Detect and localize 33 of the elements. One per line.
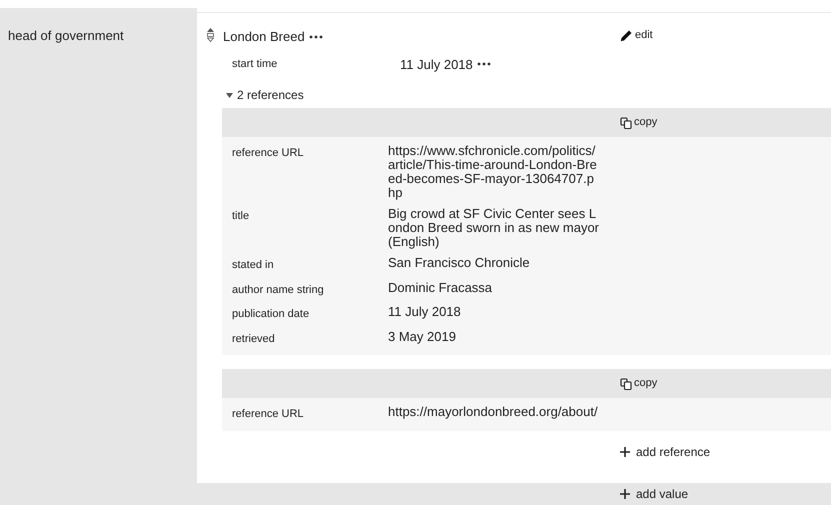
reference-value[interactable]: Big crowd at SF Civic Center sees London Breed sworn in as new mayor (English) bbox=[388, 207, 600, 249]
reference-property[interactable]: publication date bbox=[222, 305, 388, 322]
reference-property[interactable]: title bbox=[222, 207, 388, 224]
copy-icon bbox=[620, 378, 632, 390]
plus-icon bbox=[620, 446, 630, 456]
reference-value[interactable]: 3 May 2019 bbox=[388, 330, 600, 344]
add-reference-button[interactable]: add reference bbox=[620, 442, 710, 460]
reference-property[interactable]: retrieved bbox=[222, 330, 388, 347]
reference-value[interactable]: 11 July 2018 bbox=[388, 305, 600, 319]
reference-property[interactable]: reference URL bbox=[222, 144, 388, 162]
copy-icon bbox=[620, 116, 632, 128]
property-label[interactable]: head of government bbox=[8, 28, 124, 43]
statement-value[interactable]: London Breed bbox=[223, 27, 305, 46]
rank-icon[interactable] bbox=[206, 28, 214, 42]
pencil-icon bbox=[620, 28, 633, 42]
qualifier-label[interactable]: start time bbox=[197, 56, 402, 72]
references-toggle[interactable]: 2 references bbox=[197, 86, 304, 104]
caret-icon bbox=[226, 92, 233, 98]
plus-icon bbox=[620, 489, 630, 499]
reference-value[interactable]: San Francisco Chronicle bbox=[388, 256, 600, 270]
reference-property[interactable]: stated in bbox=[222, 256, 388, 274]
reference-property[interactable]: author name string bbox=[222, 280, 388, 298]
more-icon[interactable] bbox=[308, 34, 323, 39]
reference-value[interactable]: Dominic Fracassa bbox=[388, 280, 600, 294]
edit-button[interactable]: edit bbox=[620, 27, 653, 44]
add-value-button[interactable]: add value bbox=[620, 485, 688, 503]
reference-value[interactable]: https://mayorlondonbreed.org/about/ bbox=[388, 405, 600, 419]
reference-value[interactable]: https://www.sfchronicle.com/politics/article/This-time-around-London-Breed-becomes-SF-mayor-13064707.php bbox=[388, 144, 600, 200]
copy-button[interactable]: copy bbox=[620, 375, 658, 392]
reference-property[interactable]: reference URL bbox=[222, 405, 388, 422]
copy-button[interactable]: copy bbox=[620, 114, 658, 131]
more-icon[interactable] bbox=[476, 62, 491, 66]
qualifier-value[interactable]: 11 July 2018 bbox=[400, 54, 473, 74]
